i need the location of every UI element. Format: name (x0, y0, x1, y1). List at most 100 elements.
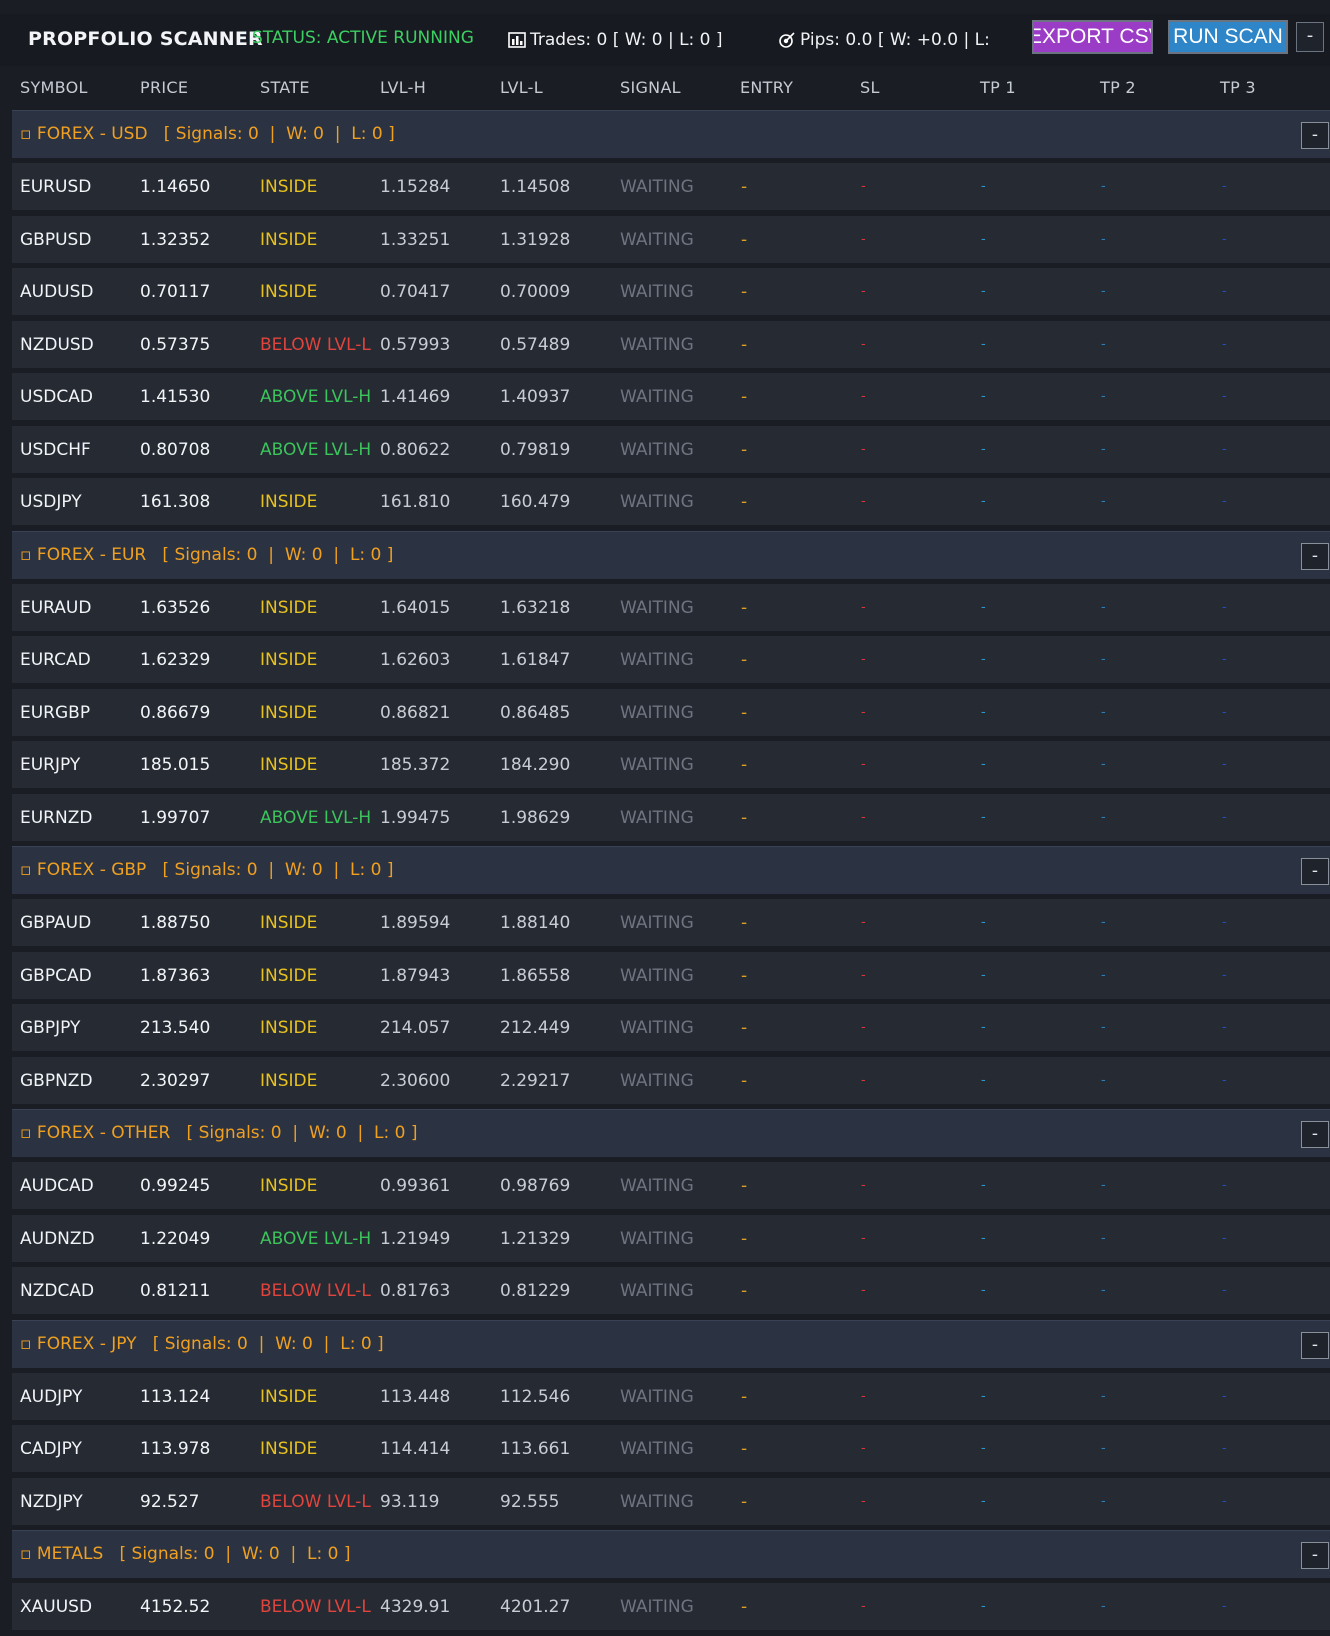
table-row[interactable]: XAUUSD 4152.52 BELOW LVL-L 4329.91 4201.27 WA… (12, 1583, 1330, 1630)
table-row[interactable]: AUDUSD 0.70117 INSIDE 0.70417 0.70009 WAITING… (12, 268, 1330, 315)
lvl-h-cell: 114.414 (380, 1439, 451, 1459)
tp1-cell: - (981, 441, 986, 457)
signal-cell: WAITING (620, 1228, 694, 1249)
sl-cell: - (861, 1020, 866, 1035)
sl-cell: - (861, 284, 866, 299)
collapse-group-button[interactable]: - (1301, 1331, 1329, 1359)
sl-cell: - (861, 336, 866, 352)
run-scan-button[interactable]: RUN SCAN (1168, 20, 1288, 54)
minimize-panel-button[interactable]: - (1296, 22, 1324, 52)
symbol-cell: GBPAUD (20, 913, 92, 933)
table-row[interactable]: EURNZD 1.99707 ABOVE LVL-H 1.99475 1.98629 WA… (12, 793, 1330, 841)
collapse-group-button[interactable]: - (1301, 542, 1329, 570)
table-row[interactable]: GBPUSD 1.32352 INSIDE 1.33251 1.31928 WAITING… (12, 215, 1330, 263)
collapse-group-button[interactable]: - (1301, 1121, 1329, 1148)
table-row[interactable]: USDCHF 0.80708 ABOVE LVL-H 0.80622 0.79819 WA… (12, 425, 1330, 473)
price-cell: 0.86679 (140, 702, 211, 723)
table-row[interactable]: NZDJPY 92.527 BELOW LVL-L 93.119 92.555 WAITI… (12, 1477, 1330, 1525)
tp1-cell: - (981, 1493, 986, 1509)
lvl-h-cell: 1.62603 (380, 650, 451, 670)
sl-cell: - (861, 389, 866, 404)
scanner-table: ▫ FOREX - USD [ Signals: 0 | W: 0 | L: 0… (12, 110, 1330, 1636)
table-row[interactable]: NZDUSD 0.57375 BELOW LVL-L 0.57993 0.57489 WA… (12, 320, 1330, 368)
signal-cell: WAITING (620, 1070, 694, 1091)
group-header: ▫ FOREX - OTHER [ Signals: 0 | W: 0 | L:… (12, 1109, 1330, 1157)
lvl-l-cell: 0.57489 (500, 334, 571, 355)
entry-cell: - (741, 1386, 748, 1407)
tp2-cell: - (1101, 441, 1106, 457)
state-cell: INSIDE (260, 755, 318, 775)
table-row[interactable]: AUDCAD 0.99245 INSIDE 0.99361 0.98769 WAITING… (12, 1162, 1330, 1209)
table-row[interactable]: GBPAUD 1.88750 INSIDE 1.89594 1.88140 WAITING… (12, 899, 1330, 946)
table-row[interactable]: EURCAD 1.62329 INSIDE 1.62603 1.61847 WAITING… (12, 636, 1330, 683)
tp2-cell: - (1101, 389, 1106, 404)
tp2-cell: - (1101, 704, 1106, 720)
signal-cell: WAITING (620, 1281, 694, 1301)
lvl-h-cell: 1.33251 (380, 229, 451, 250)
tp3-cell: - (1222, 1283, 1227, 1298)
tp2-cell: - (1101, 599, 1106, 615)
symbol-cell: NZDJPY (20, 1491, 83, 1512)
symbol-cell: EURUSD (20, 177, 92, 197)
tp3-cell: - (1222, 967, 1227, 983)
signal-cell: WAITING (620, 492, 694, 512)
symbol-cell: GBPUSD (20, 229, 92, 250)
collapse-group-button[interactable]: - (1301, 1542, 1329, 1569)
entry-cell: - (741, 1439, 748, 1459)
price-cell: 113.978 (140, 1439, 211, 1459)
column-header-row: SYMBOL PRICE STATE LVL-H LVL-L SIGNAL EN… (0, 66, 1330, 108)
table-row[interactable]: EURGBP 0.86679 INSIDE 0.86821 0.86485 WAITING… (12, 688, 1330, 736)
sl-cell: - (861, 704, 866, 720)
table-row[interactable]: EURAUD 1.63526 INSIDE 1.64015 1.63218 WAITING… (12, 583, 1330, 631)
tp1-cell: - (981, 599, 986, 615)
symbol-cell: AUDUSD (20, 282, 94, 302)
symbol-cell: GBPJPY (20, 1018, 81, 1038)
table-row[interactable]: AUDNZD 1.22049 ABOVE LVL-H 1.21949 1.21329 WA… (12, 1214, 1330, 1262)
collapse-group-button[interactable]: - (1301, 122, 1329, 149)
group-label: ▫ FOREX - EUR [ Signals: 0 | W: 0 | L: 0… (20, 544, 394, 565)
signal-cell: WAITING (620, 177, 694, 197)
symbol-cell: EURAUD (20, 597, 92, 618)
tp3-cell: - (1222, 1072, 1227, 1088)
table-row[interactable]: CADJPY 113.978 INSIDE 114.414 113.661 WAITING… (12, 1425, 1330, 1472)
symbol-cell: AUDNZD (20, 1228, 95, 1249)
tp1-cell: - (981, 1072, 986, 1088)
app-title: PROPFOLIO SCANNER (28, 28, 263, 50)
tp2-cell: - (1101, 1072, 1106, 1088)
signal-cell: WAITING (620, 807, 694, 828)
table-row[interactable]: EURJPY 185.015 INSIDE 185.372 184.290 WAITING… (12, 741, 1330, 788)
table-row[interactable]: GBPCAD 1.87363 INSIDE 1.87943 1.86558 WAITING… (12, 951, 1330, 999)
state-cell: BELOW LVL-L (260, 334, 371, 355)
table-row[interactable]: AUDJPY 113.124 INSIDE 113.448 112.546 WAITING… (12, 1372, 1330, 1420)
lvl-l-cell: 1.31928 (500, 229, 571, 250)
table-row[interactable]: USDCAD 1.41530 ABOVE LVL-H 1.41469 1.40937 WA… (12, 373, 1330, 420)
table-row[interactable]: GBPJPY 213.540 INSIDE 214.057 212.449 WAITING… (12, 1004, 1330, 1051)
price-cell: 2.30297 (140, 1070, 211, 1091)
state-cell: INSIDE (260, 1386, 318, 1407)
lvl-h-cell: 0.99361 (380, 1176, 451, 1196)
state-cell: INSIDE (260, 282, 318, 302)
lvl-h-cell: 1.87943 (380, 965, 451, 986)
table-row[interactable]: GBPNZD 2.30297 INSIDE 2.30600 2.29217 WAITING… (12, 1056, 1330, 1104)
signal-cell: WAITING (620, 913, 694, 933)
tp1-cell: - (981, 1599, 986, 1614)
lvl-l-cell: 113.661 (500, 1439, 571, 1459)
signal-cell: WAITING (620, 334, 694, 355)
price-cell: 4152.52 (140, 1597, 211, 1617)
export-csv-button[interactable]: EXPORT CSV (1032, 20, 1153, 54)
entry-cell: - (741, 1281, 748, 1301)
table-row[interactable]: NZDCAD 0.81211 BELOW LVL-L 0.81763 0.81229 WA… (12, 1267, 1330, 1314)
lvl-l-cell: 0.98769 (500, 1176, 571, 1196)
lvl-l-cell: 1.86558 (500, 965, 571, 986)
collapse-group-button[interactable]: - (1301, 858, 1329, 885)
table-row[interactable]: USDJPY 161.308 INSIDE 161.810 160.479 WAITING… (12, 478, 1330, 525)
entry-cell: - (741, 965, 748, 986)
price-cell: 1.32352 (140, 229, 211, 250)
lvl-h-cell: 4329.91 (380, 1597, 451, 1617)
table-row[interactable]: EURUSD 1.14650 INSIDE 1.15284 1.14508 WAITING… (12, 163, 1330, 210)
entry-cell: - (741, 1491, 748, 1512)
tp3-cell: - (1222, 1020, 1227, 1035)
price-cell: 0.70117 (140, 282, 211, 302)
lvl-h-cell: 0.57993 (380, 334, 451, 355)
group-header: ▫ FOREX - JPY [ Signals: 0 | W: 0 | L: 0… (12, 1319, 1330, 1368)
